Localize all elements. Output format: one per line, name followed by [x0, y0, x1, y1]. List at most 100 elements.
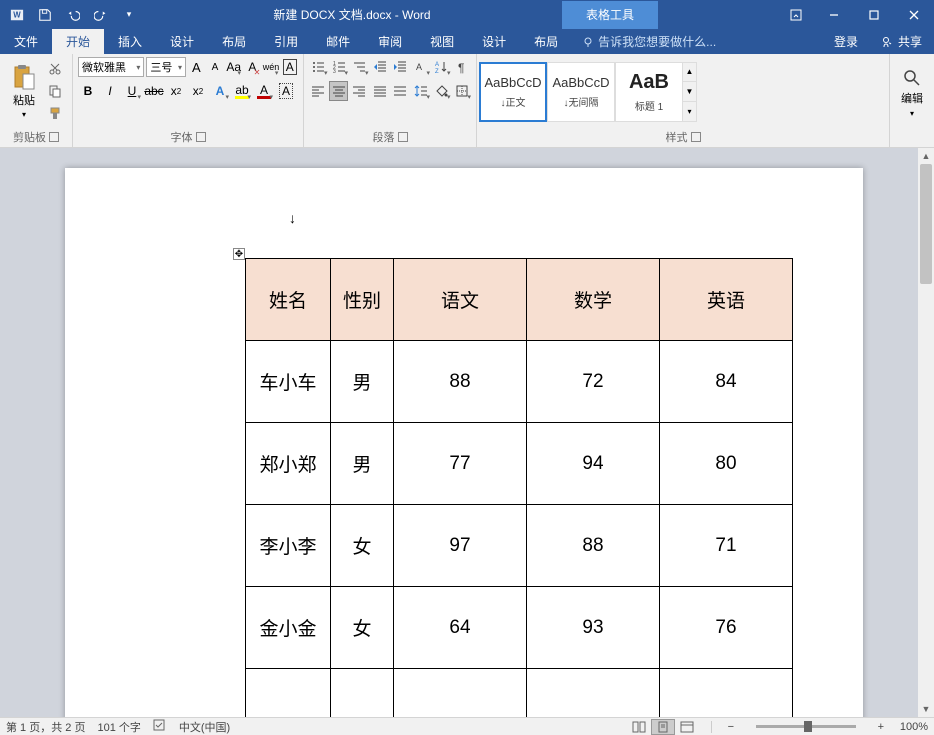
scroll-down[interactable]: ▼: [918, 701, 934, 717]
tab-file[interactable]: 文件: [0, 29, 52, 54]
format-painter-button[interactable]: [45, 103, 65, 123]
scroll-up[interactable]: ▲: [918, 148, 934, 164]
tab-review[interactable]: 审阅: [364, 29, 416, 54]
page-number-status[interactable]: 第 1 页，共 2 页: [6, 719, 85, 735]
cell[interactable]: 64: [394, 587, 527, 669]
character-border-button[interactable]: A: [281, 57, 298, 77]
zoom-in-button[interactable]: +: [874, 721, 888, 733]
text-effects-button[interactable]: A: [210, 81, 230, 101]
styles-up[interactable]: ▲: [683, 63, 696, 83]
clear-formatting-button[interactable]: A✕: [244, 57, 261, 77]
show-marks-button[interactable]: ¶: [453, 57, 472, 77]
cell[interactable]: 女: [331, 587, 394, 669]
style-no-spacing[interactable]: AaBbCcD ↓无间隔: [547, 62, 615, 122]
italic-button[interactable]: I: [100, 81, 120, 101]
tab-design[interactable]: 设计: [156, 29, 208, 54]
tab-home[interactable]: 开始: [52, 29, 104, 54]
subscript-button[interactable]: x2: [166, 81, 186, 101]
cell[interactable]: 72: [527, 341, 660, 423]
cell[interactable]: [331, 669, 394, 718]
font-size-combo[interactable]: 三号▾: [146, 57, 186, 77]
document-area[interactable]: ↓ ✥ 姓名 性别 语文 数学 英语 车小车 男 88 72 84 郑小郑: [0, 148, 918, 717]
cell[interactable]: 88: [394, 341, 527, 423]
strikethrough-button[interactable]: abc: [144, 81, 164, 101]
underline-button[interactable]: U: [122, 81, 142, 101]
cell[interactable]: 97: [394, 505, 527, 587]
tell-me-search[interactable]: 告诉我您想要做什么...: [572, 29, 726, 54]
borders-button[interactable]: [453, 81, 471, 101]
cell[interactable]: 80: [660, 423, 793, 505]
header-name[interactable]: 姓名: [246, 259, 331, 341]
ribbon-display-options[interactable]: [778, 0, 814, 29]
data-table[interactable]: 姓名 性别 语文 数学 英语 车小车 男 88 72 84 郑小郑 男 77: [245, 258, 793, 717]
web-layout-button[interactable]: [675, 719, 699, 735]
header-gender[interactable]: 性别: [331, 259, 394, 341]
cut-button[interactable]: [45, 59, 65, 79]
highlight-button[interactable]: ab: [232, 81, 252, 101]
cell[interactable]: 郑小郑: [246, 423, 331, 505]
sign-in-button[interactable]: 登录: [822, 29, 870, 54]
zoom-slider-thumb[interactable]: [804, 721, 812, 732]
find-button[interactable]: 编辑 ▾: [890, 54, 934, 133]
multilevel-list-button[interactable]: [350, 57, 369, 77]
styles-down[interactable]: ▼: [683, 82, 696, 102]
cell[interactable]: 李小李: [246, 505, 331, 587]
font-name-combo[interactable]: 微软雅黑▾: [78, 57, 144, 77]
header-english[interactable]: 英语: [660, 259, 793, 341]
font-dialog-launcher[interactable]: [196, 132, 206, 142]
cell[interactable]: 84: [660, 341, 793, 423]
copy-button[interactable]: [45, 81, 65, 101]
character-shading-button[interactable]: A: [276, 81, 296, 101]
share-button[interactable]: 共享: [870, 29, 934, 54]
numbering-button[interactable]: 123: [330, 57, 349, 77]
align-center-button[interactable]: [329, 81, 348, 101]
cell[interactable]: 金小金: [246, 587, 331, 669]
cell[interactable]: [660, 669, 793, 718]
grow-font-button[interactable]: A: [188, 57, 205, 77]
sort-button[interactable]: AZ: [432, 57, 451, 77]
print-layout-button[interactable]: [651, 719, 675, 735]
cell[interactable]: 77: [394, 423, 527, 505]
font-color-button[interactable]: A: [254, 81, 274, 101]
shrink-font-button[interactable]: A: [207, 57, 224, 77]
styles-dialog-launcher[interactable]: [691, 132, 701, 142]
tab-table-design[interactable]: 设计: [468, 29, 520, 54]
scroll-track[interactable]: [918, 164, 934, 701]
tab-insert[interactable]: 插入: [104, 29, 156, 54]
paste-button[interactable]: 粘贴 ▾: [5, 57, 43, 126]
tab-references[interactable]: 引用: [260, 29, 312, 54]
tab-table-layout[interactable]: 布局: [520, 29, 572, 54]
cell[interactable]: 女: [331, 505, 394, 587]
decrease-indent-button[interactable]: [371, 57, 390, 77]
tab-mailings[interactable]: 邮件: [312, 29, 364, 54]
minimize-button[interactable]: [814, 0, 854, 29]
close-button[interactable]: [894, 0, 934, 29]
cell[interactable]: 93: [527, 587, 660, 669]
tab-view[interactable]: 视图: [416, 29, 468, 54]
scroll-thumb[interactable]: [920, 164, 932, 284]
styles-gallery-scroll[interactable]: ▲ ▼ ▾: [683, 62, 697, 122]
cell[interactable]: 车小车: [246, 341, 331, 423]
qat-customize[interactable]: ▾: [116, 2, 142, 27]
justify-button[interactable]: [371, 81, 389, 101]
language-status[interactable]: 中文(中国): [179, 719, 230, 735]
bold-button[interactable]: B: [78, 81, 98, 101]
clipboard-dialog-launcher[interactable]: [49, 132, 59, 142]
line-spacing-button[interactable]: [412, 81, 430, 101]
zoom-level[interactable]: 100%: [900, 721, 928, 733]
cell[interactable]: 94: [527, 423, 660, 505]
maximize-button[interactable]: [854, 0, 894, 29]
tab-layout[interactable]: 布局: [208, 29, 260, 54]
spell-check-status[interactable]: [153, 719, 167, 734]
cell[interactable]: [527, 669, 660, 718]
phonetic-guide-button[interactable]: wén: [263, 57, 280, 77]
bullets-button[interactable]: [309, 57, 328, 77]
cell[interactable]: 88: [527, 505, 660, 587]
cell[interactable]: 71: [660, 505, 793, 587]
asian-layout-button[interactable]: A: [412, 57, 431, 77]
change-case-button[interactable]: Aa: [225, 57, 242, 77]
cell[interactable]: [394, 669, 527, 718]
style-normal[interactable]: AaBbCcD ↓正文: [479, 62, 547, 122]
cell[interactable]: 76: [660, 587, 793, 669]
paragraph-dialog-launcher[interactable]: [398, 132, 408, 142]
